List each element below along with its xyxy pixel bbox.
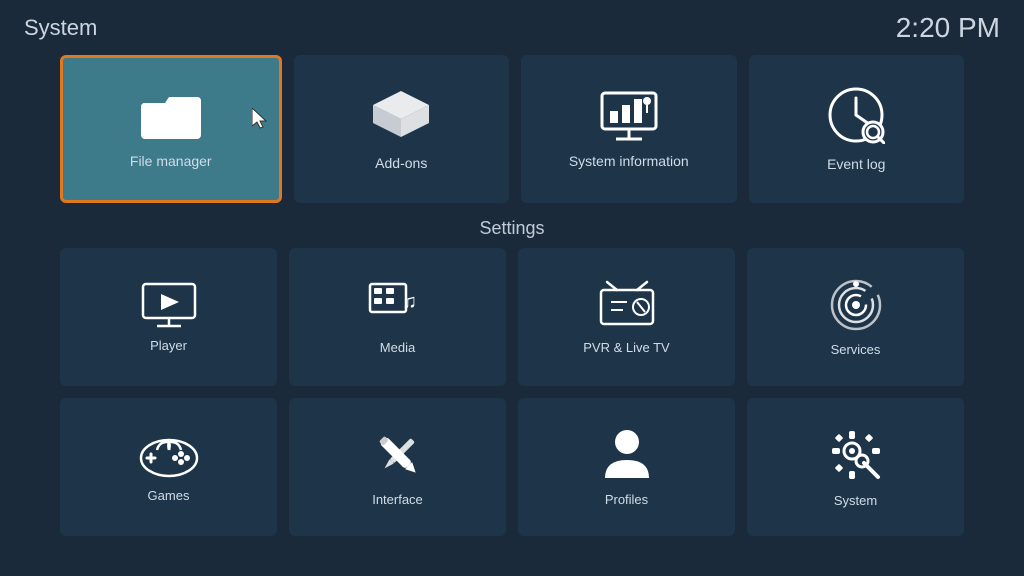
tile-pvr-live-tv[interactable]: PVR & Live TV [518,248,735,386]
header: System 2:20 PM [0,0,1024,56]
tile-games-label: Games [148,488,190,503]
tile-system[interactable]: System [747,398,964,536]
tile-add-ons-label: Add-ons [375,155,427,171]
settings-heading: Settings [0,218,1024,239]
tile-add-ons[interactable]: Add-ons [294,55,510,203]
tile-file-manager[interactable]: File manager [60,55,282,203]
tile-interface[interactable]: Interface [289,398,506,536]
tile-system-information[interactable]: System information [521,55,737,203]
top-row: File manager Add-ons System information [60,55,964,203]
tile-event-log[interactable]: Event log [749,55,965,203]
tile-services-label: Services [831,342,881,357]
tile-interface-label: Interface [372,492,423,507]
tile-profiles-label: Profiles [605,492,648,507]
tile-games[interactable]: Games [60,398,277,536]
settings-row-2: Games Interface Profiles [60,398,964,536]
tile-file-manager-label: File manager [130,153,212,169]
settings-row-1: Player ♫ Media [60,248,964,386]
tile-event-log-label: Event log [827,156,885,172]
tile-media[interactable]: ♫ Media [289,248,506,386]
tile-pvr-live-tv-label: PVR & Live TV [583,340,669,355]
tile-player[interactable]: Player [60,248,277,386]
page-title: System [24,15,97,41]
svg-text:♫: ♫ [402,291,417,313]
tile-profiles[interactable]: Profiles [518,398,735,536]
tile-player-label: Player [150,338,187,353]
tile-media-label: Media [380,340,415,355]
tile-system-label: System [834,493,877,508]
tile-system-information-label: System information [569,153,689,169]
tile-services[interactable]: Services [747,248,964,386]
clock: 2:20 PM [896,12,1000,44]
